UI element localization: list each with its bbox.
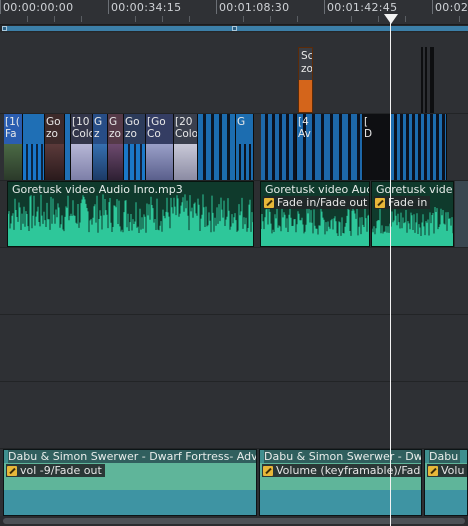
- video-clip-group-1[interactable]: [1( Fa Go zo [10 Colo G z G zo Go zo [Go…: [4, 114, 254, 180]
- video-clip[interactable]: [391, 114, 447, 180]
- audio-waveform: [261, 206, 369, 246]
- video-clip[interactable]: [23, 114, 45, 180]
- audio-clip-title: Goretusk video: [376, 183, 454, 196]
- video-clip[interactable]: [ D: [363, 114, 391, 180]
- effect-badge[interactable]: Fade in/Fade out: [263, 196, 369, 209]
- effect-label: Volume (keyframable)/Fad: [276, 464, 421, 477]
- video-clip[interactable]: Go zo: [45, 114, 65, 180]
- track-empty[interactable]: [0, 248, 468, 315]
- track-empty[interactable]: [0, 382, 468, 449]
- zoom-handle-left[interactable]: [2, 26, 7, 31]
- pencil-badge-icon: [428, 465, 438, 476]
- track-video[interactable]: [1( Fa Go zo [10 Colo G z G zo Go zo [Go…: [0, 114, 468, 181]
- clip-sliver[interactable]: [425, 47, 427, 113]
- audio-clip[interactable]: Goretusk video Audio Inro.mp3: [7, 181, 254, 247]
- video-clip[interactable]: G: [236, 114, 254, 180]
- video-clip[interactable]: [261, 114, 297, 180]
- video-clip[interactable]: [198, 114, 236, 180]
- video-clip[interactable]: [20 Colo: [174, 114, 198, 180]
- track-empty[interactable]: [0, 315, 468, 382]
- timecode-label: 00:00:34:15: [111, 1, 182, 14]
- audio-clip[interactable]: Goretusk video Audio Fade in/Fade out: [260, 181, 370, 247]
- title-clip[interactable]: Sc zo: [298, 47, 313, 113]
- scrollbar-thumb[interactable]: [3, 518, 465, 524]
- video-clip[interactable]: G z: [93, 114, 108, 180]
- timeline-zoom-bar[interactable]: [0, 25, 468, 32]
- video-clip[interactable]: G zo: [108, 114, 124, 180]
- music-clip[interactable]: Dabu & Simon Swerwer - Dw Volume (keyfra…: [259, 449, 422, 516]
- video-clip[interactable]: Go zo: [124, 114, 146, 180]
- music-clip-title: Dabu & Simon Swerwer - Dw: [264, 450, 421, 463]
- video-clip-group-2[interactable]: [4 Av [ D: [261, 114, 447, 180]
- timecode-label: 00:01:08:30: [219, 1, 290, 14]
- playhead-line[interactable]: [390, 14, 391, 526]
- effect-label: Fade in: [388, 196, 428, 209]
- pencil-badge-icon: [375, 197, 385, 208]
- effect-badge[interactable]: Fade in: [374, 196, 431, 209]
- timecode-label: 00:02: [435, 1, 468, 14]
- effect-label: Fade in/Fade out: [277, 196, 368, 209]
- timecode-label: 00:01:42:45: [327, 1, 398, 14]
- effect-badge[interactable]: Volume (keyframable)/Fad: [262, 464, 421, 477]
- effect-label: Volu: [441, 464, 465, 477]
- video-clip[interactable]: [1( Fa: [4, 114, 23, 180]
- effect-label: vol -9/Fade out: [20, 464, 102, 477]
- title-clip-sublabel: zo: [301, 63, 313, 75]
- video-clip[interactable]: [4 Av: [297, 114, 363, 180]
- music-clip[interactable]: Dabu & Simon Swerwer - Dwarf Fortress- A…: [3, 449, 257, 516]
- triangle-down-icon[interactable]: [384, 14, 398, 24]
- track-audio[interactable]: Goretusk video Audio Inro.mp3 Goretusk v…: [0, 181, 468, 248]
- zoom-handle-center[interactable]: [232, 26, 237, 31]
- audio-waveform: [8, 194, 253, 246]
- track-title-overlay[interactable]: Sc zo: [0, 33, 468, 114]
- audio-clip-title: Goretusk video Audio: [265, 183, 369, 196]
- timeline-horizontal-scrollbar[interactable]: [0, 516, 468, 526]
- video-clip[interactable]: [10 Colo: [71, 114, 93, 180]
- track-music[interactable]: Dabu & Simon Swerwer - Dwarf Fortress- A…: [0, 449, 468, 517]
- timecode-label: 00:00:00:00: [3, 1, 74, 14]
- music-clip[interactable]: Dabu Volu: [424, 449, 468, 516]
- clip-sliver[interactable]: [430, 47, 434, 113]
- music-clip-title: Dabu: [429, 450, 461, 463]
- title-clip-label: Sc: [301, 50, 313, 62]
- pencil-badge-icon: [7, 465, 17, 476]
- pencil-badge-icon: [264, 197, 274, 208]
- audio-clip-edge[interactable]: [455, 181, 468, 247]
- pencil-badge-icon: [263, 465, 273, 476]
- audio-waveform: [372, 207, 453, 246]
- audio-clip[interactable]: Goretusk video Fade in: [371, 181, 454, 247]
- video-clip[interactable]: [Go Co: [146, 114, 174, 180]
- effect-badge[interactable]: Volu: [427, 464, 467, 477]
- audio-clip-title: Goretusk video Audio Inro.mp3: [12, 183, 183, 196]
- effect-badge[interactable]: vol -9/Fade out: [6, 464, 105, 477]
- music-clip-title: Dabu & Simon Swerwer - Dwarf Fortress- A…: [8, 450, 256, 463]
- clip-sliver[interactable]: [421, 47, 423, 113]
